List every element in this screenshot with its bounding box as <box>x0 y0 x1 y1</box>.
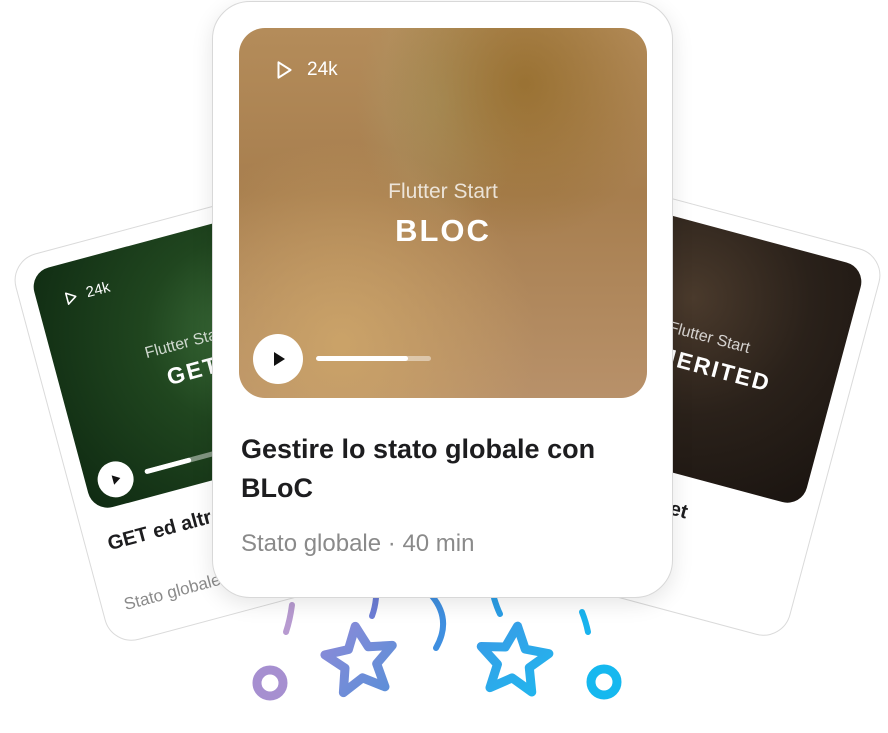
progress-fill <box>144 457 192 475</box>
confetti-stroke <box>369 595 379 619</box>
course-thumbnail: 24k Flutter Start BLOC <box>239 28 647 398</box>
course-meta: Stato globale · 40 min <box>241 530 475 557</box>
confetti-stroke <box>283 602 295 635</box>
course-title: Gestire lo stato globale con BLoC <box>241 434 596 504</box>
views-count: 24k <box>273 59 338 81</box>
confetti-stroke <box>429 593 446 651</box>
course-card-bloc[interactable]: 24k Flutter Start BLOC Gestire lo stato … <box>212 1 673 598</box>
play-outline-icon <box>277 61 292 79</box>
confetti-ring <box>586 664 622 700</box>
progress-bar[interactable] <box>144 448 223 475</box>
star-icon <box>320 621 397 698</box>
play-outline-icon <box>64 292 77 305</box>
brand-label: Flutter Start <box>388 180 498 203</box>
progress-fill <box>316 356 408 361</box>
star-icon <box>476 621 554 697</box>
play-button[interactable] <box>253 334 303 384</box>
confetti-ring <box>252 665 288 701</box>
play-icon <box>111 475 121 485</box>
course-meta: Stato globale <box>121 569 223 615</box>
views-count: 24k <box>61 279 112 308</box>
play-button[interactable] <box>93 457 138 502</box>
confetti-stroke <box>579 609 591 635</box>
play-icon <box>274 352 285 366</box>
views-label: 24k <box>307 59 338 80</box>
progress-bar[interactable] <box>316 356 431 361</box>
confetti-stroke <box>491 595 503 617</box>
views-label: 24k <box>84 278 112 302</box>
course-label: BLOC <box>395 213 491 248</box>
